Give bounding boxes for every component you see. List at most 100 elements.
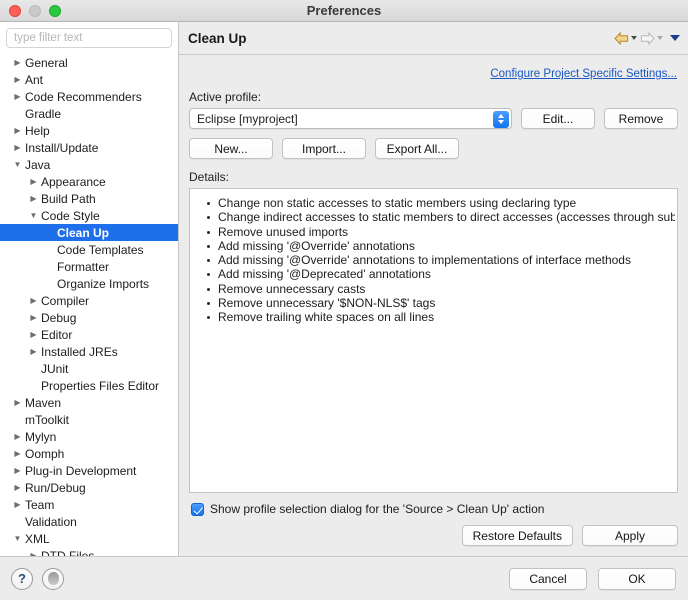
remove-profile-button[interactable]: Remove: [604, 108, 678, 129]
filter-input[interactable]: [6, 28, 172, 48]
sidebar-item-mtoolkit[interactable]: ▶mToolkit: [0, 411, 178, 428]
sidebar-item-label: General: [25, 55, 68, 70]
sidebar-item-label: Compiler: [41, 293, 90, 308]
details-list-item: Add missing '@Override' annotations to i…: [192, 253, 675, 267]
sidebar-item-build-path[interactable]: ▶ Build Path: [0, 190, 178, 207]
twisty-collapsed-icon[interactable]: ▶: [12, 143, 23, 152]
twisty-collapsed-icon[interactable]: ▶: [12, 75, 23, 84]
sidebar-item-mylyn[interactable]: ▶ Mylyn: [0, 428, 178, 445]
show-profile-dialog-row[interactable]: Show profile selection dialog for the 'S…: [189, 493, 678, 516]
sidebar-item-label: Help: [25, 123, 50, 138]
preferences-tree[interactable]: ▶General▶Ant▶Code Recommenders▶Gradle▶He…: [0, 53, 178, 556]
sidebar-item-validation[interactable]: ▶Validation: [0, 513, 178, 530]
footer-left-icons: ?: [11, 567, 64, 590]
twisty-expanded-icon[interactable]: ▼: [28, 211, 39, 220]
twisty-expanded-icon[interactable]: ▼: [12, 160, 23, 169]
import-profile-button[interactable]: Import...: [282, 138, 366, 159]
twisty-collapsed-icon[interactable]: ▶: [12, 449, 23, 458]
forward-dropdown-caret-icon[interactable]: [657, 36, 663, 40]
sidebar-item-ant[interactable]: ▶ Ant: [0, 71, 178, 88]
window-controls: [9, 4, 61, 17]
sidebar-item-label: Formatter: [57, 259, 110, 274]
sidebar-item-label: JUnit: [41, 361, 69, 376]
sidebar-item-compiler[interactable]: ▶ Compiler: [0, 292, 178, 309]
sidebar-item-maven[interactable]: ▶ Maven: [0, 394, 178, 411]
twisty-collapsed-icon[interactable]: ▶: [12, 92, 23, 101]
sidebar-item-label: Code Style: [41, 208, 100, 223]
sidebar-item-label: DTD Files: [41, 548, 95, 557]
sidebar-item-code-templates[interactable]: ▶Code Templates: [0, 241, 178, 258]
back-arrow-button[interactable]: [614, 31, 637, 45]
sidebar-item-label: Team: [25, 497, 55, 512]
ok-button[interactable]: OK: [598, 567, 676, 590]
sidebar-item-editor[interactable]: ▶ Editor: [0, 326, 178, 343]
sidebar-item-install-update[interactable]: ▶ Install/Update: [0, 139, 178, 156]
show-profile-dialog-label: Show profile selection dialog for the 'S…: [210, 502, 545, 516]
sidebar-item-appearance[interactable]: ▶ Appearance: [0, 173, 178, 190]
chevron-up-icon: [498, 114, 504, 118]
configure-project-settings-link[interactable]: Configure Project Specific Settings...: [490, 68, 677, 80]
cancel-button[interactable]: Cancel: [509, 567, 587, 590]
twisty-collapsed-icon[interactable]: ▶: [28, 194, 39, 203]
sidebar-item-label: Code Templates: [57, 242, 144, 257]
sidebar-item-run-debug[interactable]: ▶ Run/Debug: [0, 479, 178, 496]
twisty-collapsed-icon[interactable]: ▶: [28, 313, 39, 322]
sidebar-item-clean-up[interactable]: ▶Clean Up: [0, 224, 178, 241]
sidebar-item-dtd-files[interactable]: ▶ DTD Files: [0, 547, 178, 557]
back-dropdown-caret-icon[interactable]: [631, 36, 637, 40]
twisty-collapsed-icon[interactable]: ▶: [12, 398, 23, 407]
sidebar-item-plug-in-development[interactable]: ▶ Plug-in Development: [0, 462, 178, 479]
twisty-collapsed-icon[interactable]: ▶: [12, 432, 23, 441]
sidebar-item-xml[interactable]: ▼ XML: [0, 530, 178, 547]
twisty-expanded-icon[interactable]: ▼: [12, 534, 23, 543]
twisty-collapsed-icon[interactable]: ▶: [12, 126, 23, 135]
page-menu-chevron-icon[interactable]: [670, 35, 680, 41]
mouse-button-icon-button[interactable]: [42, 567, 64, 590]
zoom-button[interactable]: [49, 4, 61, 17]
sidebar-item-code-recommenders[interactable]: ▶ Code Recommenders: [0, 88, 178, 105]
twisty-collapsed-icon[interactable]: ▶: [12, 58, 23, 67]
profile-stepper-icon[interactable]: [493, 110, 509, 128]
new-profile-button[interactable]: New...: [189, 138, 273, 159]
twisty-collapsed-icon[interactable]: ▶: [28, 347, 39, 356]
twisty-collapsed-icon[interactable]: ▶: [28, 551, 39, 556]
twisty-collapsed-icon[interactable]: ▶: [28, 177, 39, 186]
sidebar-item-general[interactable]: ▶ General: [0, 54, 178, 71]
sidebar-item-help[interactable]: ▶ Help: [0, 122, 178, 139]
edit-profile-button[interactable]: Edit...: [521, 108, 595, 129]
forward-arrow-button[interactable]: [640, 31, 663, 45]
sidebar-item-organize-imports[interactable]: ▶Organize Imports: [0, 275, 178, 292]
chevron-down-icon: [498, 120, 504, 124]
twisty-collapsed-icon[interactable]: ▶: [12, 500, 23, 509]
close-button[interactable]: [9, 4, 21, 17]
sidebar-item-code-style[interactable]: ▼ Code Style: [0, 207, 178, 224]
sidebar-item-label: Properties Files Editor: [41, 378, 160, 393]
sidebar-item-installed-jres[interactable]: ▶ Installed JREs: [0, 343, 178, 360]
sidebar-item-debug[interactable]: ▶ Debug: [0, 309, 178, 326]
show-profile-dialog-checkbox[interactable]: [191, 502, 204, 516]
sidebar-item-label: Debug: [41, 310, 77, 325]
sidebar-item-label: Gradle: [25, 106, 62, 121]
details-list-item: Add missing '@Deprecated' annotations: [192, 267, 675, 281]
apply-button[interactable]: Apply: [582, 525, 678, 546]
export-all-button[interactable]: Export All...: [375, 138, 459, 159]
minimize-button[interactable]: [29, 4, 41, 17]
twisty-collapsed-icon[interactable]: ▶: [28, 330, 39, 339]
help-button[interactable]: ?: [11, 567, 33, 590]
details-box[interactable]: Change non static accesses to static mem…: [189, 188, 678, 493]
twisty-collapsed-icon[interactable]: ▶: [28, 296, 39, 305]
sidebar-item-junit[interactable]: ▶JUnit: [0, 360, 178, 377]
details-list-item: Remove trailing white spaces on all line…: [192, 310, 675, 324]
sidebar-item-properties-files-editor[interactable]: ▶Properties Files Editor: [0, 377, 178, 394]
active-profile-select[interactable]: Eclipse [myproject]: [189, 108, 512, 129]
details-label: Details:: [189, 170, 230, 184]
sidebar-item-gradle[interactable]: ▶Gradle: [0, 105, 178, 122]
twisty-collapsed-icon[interactable]: ▶: [12, 483, 23, 492]
configure-link-row: Configure Project Specific Settings...: [189, 61, 678, 90]
sidebar-item-team[interactable]: ▶ Team: [0, 496, 178, 513]
twisty-collapsed-icon[interactable]: ▶: [12, 466, 23, 475]
sidebar-item-oomph[interactable]: ▶ Oomph: [0, 445, 178, 462]
sidebar-item-java[interactable]: ▼ Java: [0, 156, 178, 173]
sidebar-item-formatter[interactable]: ▶Formatter: [0, 258, 178, 275]
restore-defaults-button[interactable]: Restore Defaults: [461, 525, 573, 546]
